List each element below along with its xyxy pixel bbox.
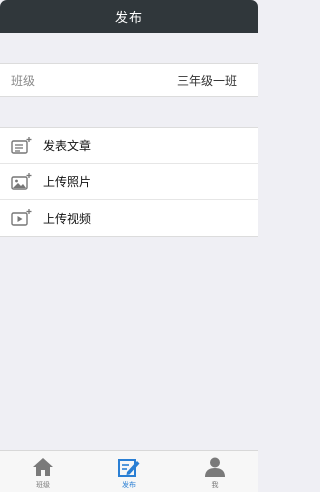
page-title: 发布 [114, 11, 143, 26]
upload-photo-icon [11, 172, 33, 192]
bottom-tab-bar: 班级 发布 我 [0, 450, 258, 492]
action-post-article[interactable]: 发表文章 [0, 128, 258, 164]
class-value: 三年级一班 [176, 73, 237, 88]
tab-publish[interactable]: 发布 [86, 451, 172, 492]
publish-actions-list: 发表文章 上传照片 上传视频 [0, 127, 258, 237]
upload-video-icon [11, 208, 33, 228]
tab-me[interactable]: 我 [172, 451, 258, 492]
header-bar: 发布 [0, 0, 258, 33]
tab-class[interactable]: 班级 [0, 451, 86, 492]
class-label: 班级 [11, 73, 36, 88]
action-label: 上传照片 [43, 175, 92, 189]
edit-icon [117, 456, 141, 478]
action-label: 发表文章 [43, 139, 92, 153]
post-article-icon [11, 136, 33, 156]
user-icon [203, 456, 227, 478]
tab-label: 我 [211, 481, 219, 489]
tab-label: 发布 [122, 481, 136, 489]
home-icon [31, 456, 55, 478]
action-upload-video[interactable]: 上传视频 [0, 200, 258, 236]
tab-label: 班级 [36, 481, 50, 489]
action-upload-photo[interactable]: 上传照片 [0, 164, 258, 200]
action-label: 上传视频 [43, 211, 92, 226]
class-selector-row[interactable]: 班级 三年级一班 [0, 63, 258, 97]
